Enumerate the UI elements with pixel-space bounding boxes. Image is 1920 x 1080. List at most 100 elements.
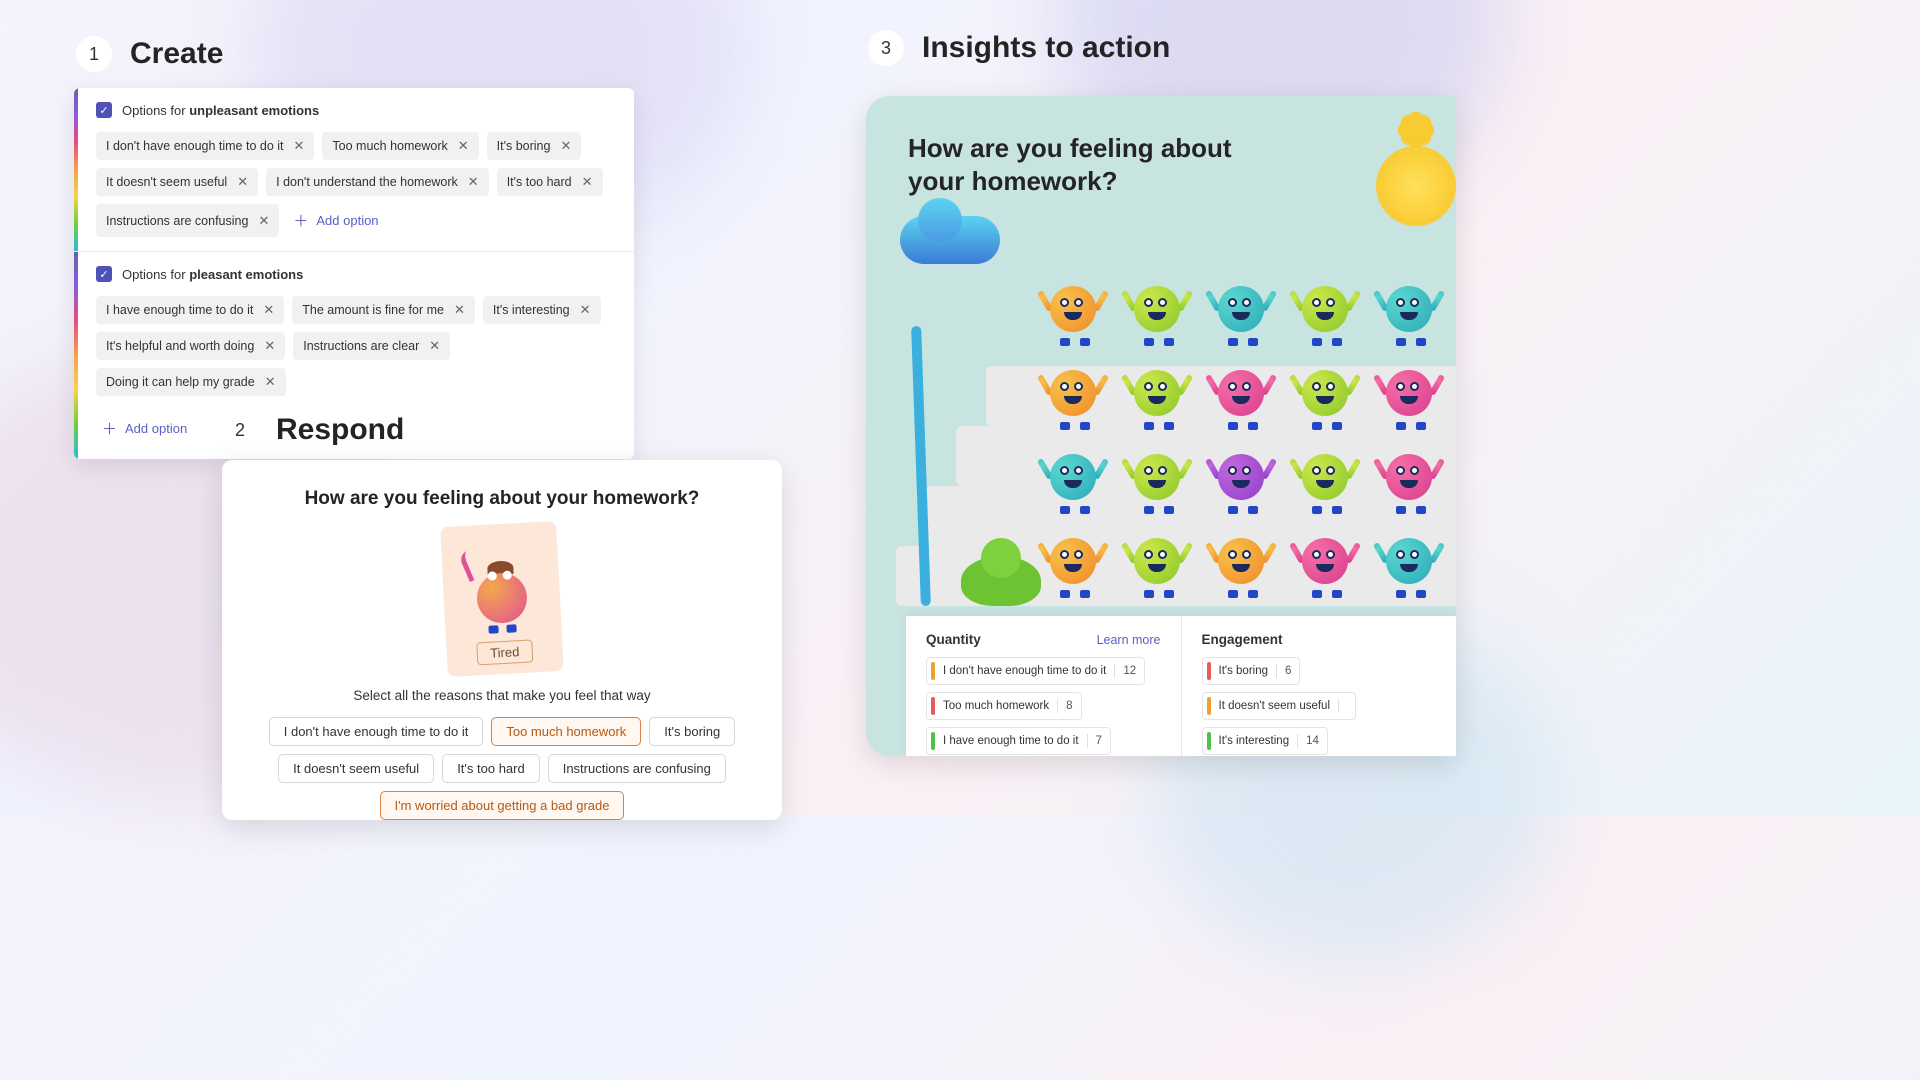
option-chip[interactable]: Instructions are confusing ✕ bbox=[96, 204, 279, 237]
pleasant-header: ✓ Options for pleasant emotions bbox=[96, 266, 616, 282]
metric-bar bbox=[1207, 662, 1211, 680]
respond-options: I don't have enough time to do itToo muc… bbox=[246, 717, 758, 820]
metric-bar bbox=[931, 732, 935, 750]
tired-monster-icon bbox=[465, 551, 539, 635]
metric-chip[interactable]: Too much homework 8 bbox=[926, 692, 1082, 720]
option-chip[interactable]: The amount is fine for me ✕ bbox=[292, 296, 475, 324]
sun-icon bbox=[1356, 126, 1456, 246]
monster-icon bbox=[1126, 360, 1188, 430]
step-2-header: 2 Respond bbox=[222, 412, 404, 448]
create-card: ✓ Options for unpleasant emotions I don'… bbox=[74, 88, 634, 459]
option-chip[interactable]: Doing it can help my grade ✕ bbox=[96, 368, 286, 396]
mood-card[interactable]: Tired bbox=[440, 521, 564, 677]
chip-label: It's boring bbox=[497, 139, 551, 153]
unpleasant-chips: I don't have enough time to do it✕Too mu… bbox=[96, 132, 616, 237]
unpleasant-header: ✓ Options for unpleasant emotions bbox=[96, 102, 616, 118]
option-chip[interactable]: I don't have enough time to do it ✕ bbox=[96, 132, 314, 160]
option-chip[interactable]: It's interesting✕ bbox=[483, 296, 601, 324]
monster-icon bbox=[1126, 444, 1188, 514]
monster-icon bbox=[1210, 276, 1272, 346]
monster-icon bbox=[1378, 276, 1440, 346]
metric-chip[interactable]: It's boring6 bbox=[1202, 657, 1301, 685]
insights-card: How are you feeling about your homework?… bbox=[866, 96, 1456, 756]
checkbox-icon[interactable]: ✓ bbox=[96, 266, 112, 282]
insight-title: How are you feeling about your homework? bbox=[908, 132, 1232, 197]
chip-label: Instructions are confusing bbox=[106, 214, 248, 228]
response-option[interactable]: Too much homework bbox=[491, 717, 641, 746]
checkbox-icon[interactable]: ✓ bbox=[96, 102, 112, 118]
metric-label: I have enough time to do it bbox=[943, 735, 1079, 747]
metric-count: 8 bbox=[1066, 700, 1072, 712]
chip-label: It's too hard bbox=[507, 175, 572, 189]
response-option[interactable]: Instructions are confusing bbox=[548, 754, 726, 783]
monster-icon bbox=[1294, 444, 1356, 514]
remove-icon[interactable]: ✕ bbox=[429, 338, 440, 354]
monster-grid bbox=[1036, 276, 1446, 598]
rainbow-accent bbox=[74, 252, 78, 459]
response-option[interactable]: It's too hard bbox=[442, 754, 540, 783]
metric-count: 7 bbox=[1096, 735, 1102, 747]
metric-chip[interactable]: I have enough time to do it 7 bbox=[926, 727, 1111, 755]
option-chip[interactable]: It doesn't seem useful ✕ bbox=[96, 168, 258, 196]
chip-label: I have enough time to do it bbox=[106, 303, 253, 317]
remove-icon[interactable]: ✕ bbox=[582, 174, 593, 190]
remove-icon[interactable]: ✕ bbox=[458, 138, 469, 154]
metric-count: 14 bbox=[1306, 735, 1319, 747]
learn-more-link[interactable]: Learn more bbox=[1097, 633, 1161, 647]
response-option[interactable]: It doesn't seem useful bbox=[278, 754, 434, 783]
metric-chip[interactable]: It doesn't seem useful bbox=[1202, 692, 1357, 720]
remove-icon[interactable]: ✕ bbox=[264, 338, 275, 354]
remove-icon[interactable]: ✕ bbox=[454, 302, 465, 318]
engagement-chips: It's boring6 It doesn't seem useful It's i… bbox=[1202, 657, 1437, 756]
respond-subtitle: Select all the reasons that make you fee… bbox=[246, 688, 758, 703]
add-option-button[interactable]: ＋Add option bbox=[96, 412, 193, 445]
metric-chip[interactable]: I don't have enough time to do it12 bbox=[926, 657, 1145, 685]
monster-icon bbox=[1210, 528, 1272, 598]
step-1-label: Create bbox=[130, 37, 223, 71]
response-option[interactable]: I'm worried about getting a bad grade bbox=[380, 791, 625, 820]
option-chip[interactable]: Instructions are clear ✕ bbox=[293, 332, 450, 360]
quantity-title: Quantity bbox=[926, 632, 981, 647]
metrics-panel: Quantity Learn more I don't have enough … bbox=[906, 616, 1456, 756]
option-chip[interactable]: Too much homework✕ bbox=[322, 132, 478, 160]
option-chip[interactable]: It's helpful and worth doing ✕ bbox=[96, 332, 285, 360]
remove-icon[interactable]: ✕ bbox=[580, 302, 591, 318]
plus-icon: ＋ bbox=[102, 418, 117, 439]
respond-card: How are you feeling about your homework?… bbox=[222, 460, 782, 820]
option-chip[interactable]: I have enough time to do it ✕ bbox=[96, 296, 284, 324]
add-option-button[interactable]: ＋Add option bbox=[287, 204, 384, 237]
chip-label: The amount is fine for me bbox=[302, 303, 444, 317]
step-2-badge: 2 bbox=[222, 412, 258, 448]
remove-icon[interactable]: ✕ bbox=[468, 174, 479, 190]
metric-count: 12 bbox=[1123, 665, 1136, 677]
monster-icon bbox=[1210, 444, 1272, 514]
monster-icon bbox=[1210, 360, 1272, 430]
quantity-column: Quantity Learn more I don't have enough … bbox=[906, 616, 1181, 756]
remove-icon[interactable]: ✕ bbox=[265, 374, 276, 390]
option-chip[interactable]: It's too hard ✕ bbox=[497, 168, 603, 196]
step-2-label: Respond bbox=[276, 413, 404, 447]
step-1-badge: 1 bbox=[76, 36, 112, 72]
chip-label: I don't have enough time to do it bbox=[106, 139, 284, 153]
chip-label: It doesn't seem useful bbox=[106, 175, 227, 189]
metric-label: It doesn't seem useful bbox=[1219, 700, 1331, 712]
remove-icon[interactable]: ✕ bbox=[258, 213, 269, 229]
rainbow-accent bbox=[74, 88, 78, 251]
response-option[interactable]: It's boring bbox=[649, 717, 735, 746]
remove-icon[interactable]: ✕ bbox=[263, 302, 274, 318]
option-chip[interactable]: It's boring ✕ bbox=[487, 132, 582, 160]
remove-icon[interactable]: ✕ bbox=[237, 174, 248, 190]
metric-label: Too much homework bbox=[943, 700, 1049, 712]
chip-label: Instructions are clear bbox=[303, 339, 419, 353]
response-option[interactable]: I don't have enough time to do it bbox=[269, 717, 484, 746]
chip-label: Doing it can help my grade bbox=[106, 375, 255, 389]
monster-icon bbox=[1042, 444, 1104, 514]
metric-chip[interactable]: It's interesting14 bbox=[1202, 727, 1328, 755]
remove-icon[interactable]: ✕ bbox=[294, 138, 305, 154]
remove-icon[interactable]: ✕ bbox=[560, 138, 571, 154]
chip-label: It's helpful and worth doing bbox=[106, 339, 254, 353]
metric-bar bbox=[1207, 697, 1211, 715]
mood-label: Tired bbox=[477, 639, 533, 665]
option-chip[interactable]: I don't understand the homework✕ bbox=[266, 168, 489, 196]
metric-count: 6 bbox=[1285, 665, 1291, 677]
